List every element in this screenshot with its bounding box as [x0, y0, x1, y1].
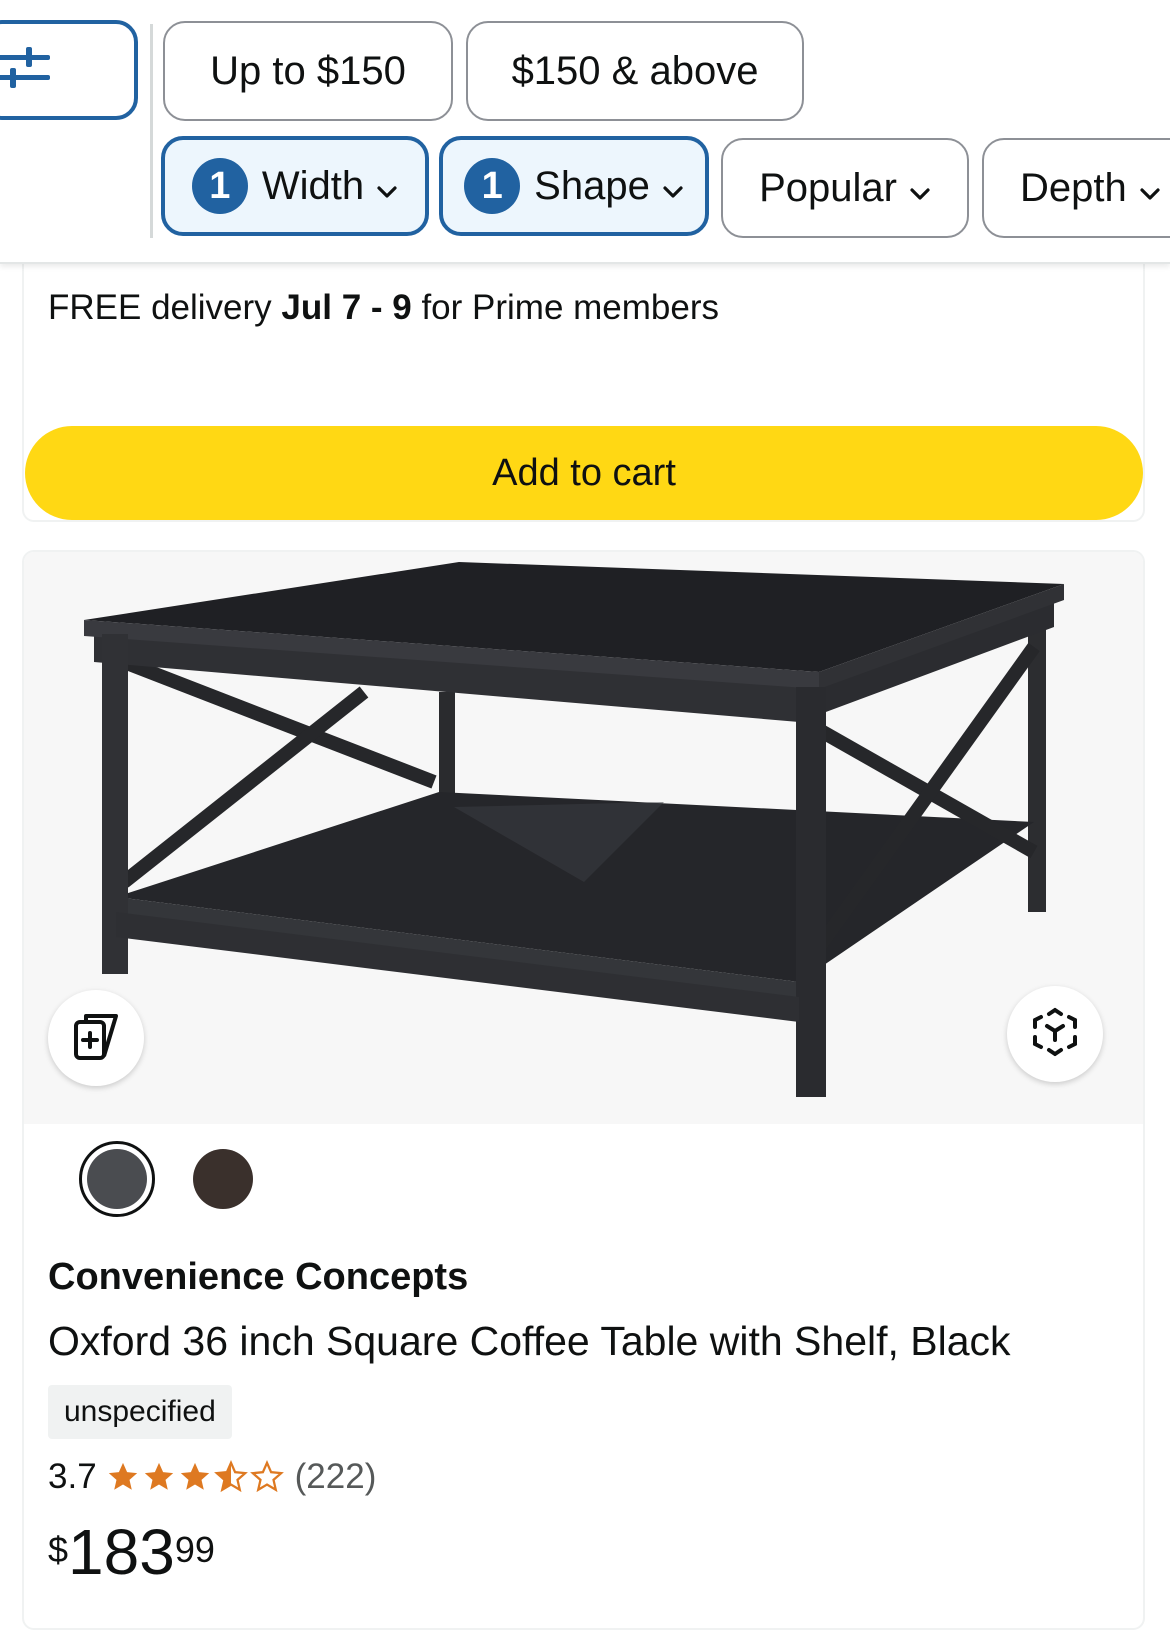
chip-label: Shape: [534, 163, 650, 208]
star-empty-icon: [249, 1460, 284, 1493]
price-whole: 183: [68, 1516, 175, 1588]
delivery-prefix: FREE delivery: [48, 288, 282, 327]
review-count[interactable]: (222): [295, 1457, 377, 1497]
delivery-info: FREE delivery Jul 7 - 9 for Prime member…: [48, 288, 719, 328]
price-fraction: 99: [174, 1529, 215, 1570]
product-brand: Convenience Concepts: [48, 1256, 469, 1298]
rating-value: 3.7: [48, 1457, 97, 1496]
delivery-suffix: for Prime members: [411, 288, 720, 327]
product-tag: unspecified: [48, 1385, 232, 1439]
filter-chip-shape[interactable]: 1 Shape: [439, 136, 709, 236]
filter-toggle-button[interactable]: [0, 20, 138, 120]
view-in-3d-icon: [1027, 1004, 1083, 1065]
coffee-table-illustration: [84, 562, 1064, 1097]
filter-sliders-icon: [0, 46, 52, 95]
compare-button[interactable]: [48, 990, 144, 1086]
selected-count-badge: 1: [191, 158, 248, 214]
product-title[interactable]: Oxford 36 inch Square Coffee Table with …: [48, 1318, 1011, 1365]
chevron-down-icon: [1139, 166, 1161, 211]
chevron-down-icon: [662, 164, 684, 209]
view-in-3d-button[interactable]: [1007, 986, 1103, 1082]
filter-chip-depth[interactable]: Depth: [982, 138, 1170, 238]
filter-chip-width[interactable]: 1 Width: [161, 136, 429, 236]
chip-label: Width: [261, 163, 365, 208]
chip-label: Up to $150: [210, 48, 406, 93]
color-swatch[interactable]: [193, 1149, 253, 1209]
product-price: $18399: [48, 1515, 215, 1589]
chip-label: Depth: [1020, 165, 1127, 210]
filter-divider: [150, 24, 153, 238]
chip-label: $150 & above: [511, 48, 759, 93]
color-swatch-selected[interactable]: [79, 1141, 155, 1217]
selected-count-badge: 1: [464, 158, 521, 214]
rating-row[interactable]: 3.7 (222): [48, 1452, 376, 1502]
chip-label: Popular: [759, 165, 897, 210]
add-to-cart-button[interactable]: Add to cart: [25, 426, 1143, 520]
filter-chip-up-to-150[interactable]: Up to $150: [163, 21, 453, 121]
star-icon: [108, 1462, 137, 1490]
filter-chip-popular[interactable]: Popular: [721, 138, 969, 238]
filter-chip-150-and-above[interactable]: $150 & above: [466, 21, 804, 121]
compare-add-icon: [66, 1006, 126, 1071]
product-image[interactable]: [24, 552, 1143, 1124]
star-rating: [105, 1460, 285, 1494]
chevron-down-icon: [909, 166, 931, 211]
star-half-icon: [213, 1460, 248, 1493]
star-icon: [144, 1462, 173, 1490]
filter-bar: Up to $150 $150 & above 1 Width 1 Shape …: [0, 0, 1170, 264]
price-symbol: $: [48, 1529, 69, 1570]
chevron-down-icon: [376, 164, 398, 209]
star-icon: [180, 1462, 209, 1490]
delivery-dates: Jul 7 - 9: [281, 288, 412, 327]
